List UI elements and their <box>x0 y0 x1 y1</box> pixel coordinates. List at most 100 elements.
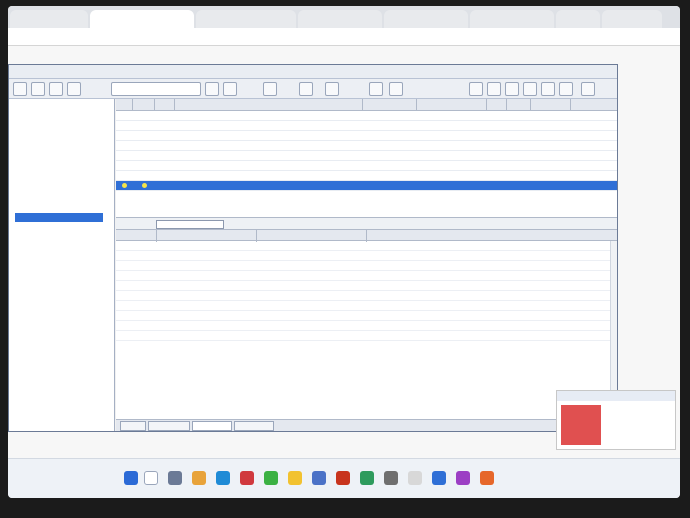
toolbar-button[interactable] <box>263 82 277 96</box>
rule-row[interactable] <box>116 131 617 141</box>
log-row[interactable] <box>116 261 617 271</box>
tree-item[interactable] <box>15 333 103 342</box>
search-input[interactable] <box>111 82 201 96</box>
log-row[interactable] <box>116 301 617 311</box>
browser-tab[interactable] <box>384 10 468 28</box>
app-icon[interactable] <box>480 471 494 485</box>
toolbar-button[interactable] <box>523 82 537 96</box>
app-icon[interactable] <box>312 471 326 485</box>
tree-item[interactable] <box>15 143 85 152</box>
log-row[interactable] <box>116 331 617 341</box>
rule-row[interactable] <box>116 161 617 171</box>
log-row[interactable] <box>116 321 617 331</box>
tree-item[interactable] <box>15 113 91 122</box>
toolbar-button[interactable] <box>223 82 237 96</box>
tree-item[interactable] <box>15 223 85 232</box>
tree-item[interactable] <box>15 273 91 282</box>
rule-row[interactable] <box>116 151 617 161</box>
browser-tab[interactable] <box>298 10 382 28</box>
toolbar-button[interactable] <box>67 82 81 96</box>
log-row[interactable] <box>116 281 617 291</box>
toolbar-button[interactable] <box>325 82 339 96</box>
rule-row[interactable] <box>116 171 617 181</box>
tree-item[interactable] <box>15 213 103 222</box>
toolbar-button[interactable] <box>581 82 595 96</box>
tree-item[interactable] <box>15 153 91 162</box>
tree-item[interactable] <box>15 243 97 252</box>
toolbar-button[interactable] <box>389 82 403 96</box>
start-icon[interactable] <box>124 471 138 485</box>
bottom-tab[interactable] <box>148 421 190 431</box>
chrome-icon[interactable] <box>288 471 302 485</box>
log-row[interactable] <box>116 291 617 301</box>
app-icon[interactable] <box>456 471 470 485</box>
rule-row[interactable] <box>116 121 617 131</box>
browser-profile[interactable] <box>602 10 662 28</box>
toolbar-button[interactable] <box>205 82 219 96</box>
tree-item[interactable] <box>15 163 97 172</box>
log-filter-select[interactable] <box>156 220 224 229</box>
tree-item[interactable] <box>15 323 97 332</box>
tree-item[interactable] <box>15 183 85 192</box>
tree-item[interactable] <box>15 283 97 292</box>
toolbar-button[interactable] <box>31 82 45 96</box>
toolbar-button[interactable] <box>49 82 63 96</box>
log-row[interactable] <box>116 251 617 261</box>
toolbar-button[interactable] <box>559 82 573 96</box>
tree-item[interactable] <box>15 193 91 202</box>
rule-row[interactable] <box>116 111 617 121</box>
tree-item[interactable] <box>15 383 85 392</box>
browser-tab[interactable] <box>556 10 600 28</box>
tree-item[interactable] <box>15 123 97 132</box>
app-icon[interactable] <box>432 471 446 485</box>
tree-item[interactable] <box>15 413 103 422</box>
browser-tab[interactable] <box>196 10 296 28</box>
rule-row[interactable] <box>116 141 617 151</box>
log-row[interactable] <box>116 271 617 281</box>
edge-icon[interactable] <box>216 471 230 485</box>
task-view-icon[interactable] <box>168 471 182 485</box>
tree-item[interactable] <box>15 203 97 212</box>
app-icon[interactable] <box>240 471 254 485</box>
tree-item[interactable] <box>15 233 91 242</box>
address-bar[interactable] <box>8 28 680 46</box>
tree-item[interactable] <box>15 173 103 182</box>
log-row[interactable] <box>116 311 617 321</box>
toolbar-button[interactable] <box>299 82 313 96</box>
tree-item[interactable] <box>15 393 91 402</box>
toolbar-button[interactable] <box>369 82 383 96</box>
tree-item[interactable] <box>15 313 91 322</box>
app-icon[interactable] <box>384 471 398 485</box>
app-icon[interactable] <box>264 471 278 485</box>
system-tray[interactable] <box>568 471 668 485</box>
tree-item[interactable] <box>15 353 91 362</box>
bottom-tab[interactable] <box>234 421 274 431</box>
browser-tab[interactable] <box>470 10 554 28</box>
browser-tab[interactable] <box>10 10 88 28</box>
toolbar-button[interactable] <box>487 82 501 96</box>
tree-item[interactable] <box>15 263 85 272</box>
browser-tab-active[interactable] <box>90 10 194 28</box>
toolbar-button[interactable] <box>13 82 27 96</box>
app-icon[interactable] <box>408 471 422 485</box>
app-icon[interactable] <box>360 471 374 485</box>
toolbar-button[interactable] <box>469 82 483 96</box>
bottom-tab[interactable] <box>120 421 146 431</box>
tree-item[interactable] <box>15 363 97 372</box>
folder-icon[interactable] <box>192 471 206 485</box>
tree-item[interactable] <box>15 343 85 352</box>
bottom-tab[interactable] <box>192 421 232 431</box>
rule-row[interactable] <box>116 181 617 191</box>
toolbar-button[interactable] <box>541 82 555 96</box>
tree-item[interactable] <box>15 303 85 312</box>
log-row[interactable] <box>116 241 617 251</box>
search-icon[interactable] <box>144 471 158 485</box>
tree-item[interactable] <box>15 403 97 412</box>
notification-popup[interactable] <box>556 390 676 450</box>
tree-item[interactable] <box>15 103 85 112</box>
tree-item[interactable] <box>15 253 103 262</box>
toolbar-button[interactable] <box>505 82 519 96</box>
tree-item[interactable] <box>15 373 103 382</box>
tree-item[interactable] <box>15 293 103 302</box>
tree-item[interactable] <box>15 133 103 142</box>
